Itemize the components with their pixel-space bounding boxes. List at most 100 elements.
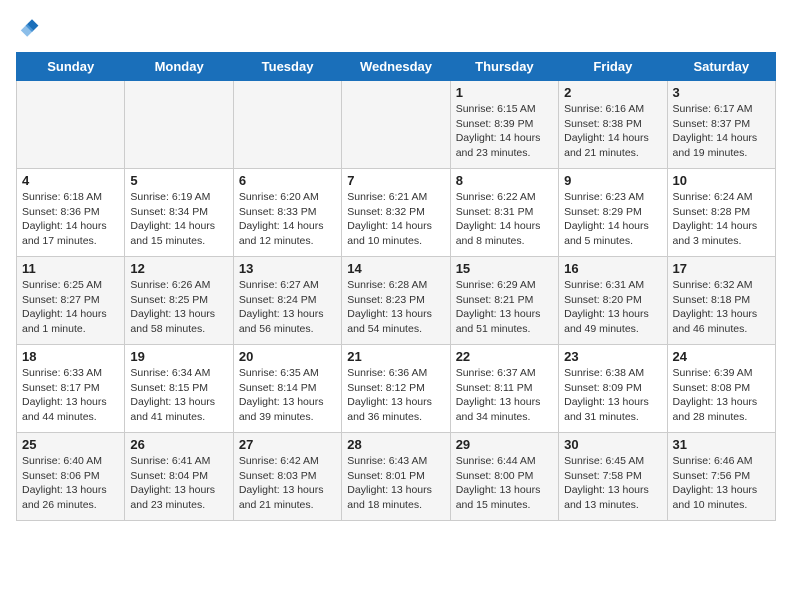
day-number: 19 — [130, 349, 227, 364]
logo — [16, 16, 44, 40]
day-info: Sunrise: 6:16 AM Sunset: 8:38 PM Dayligh… — [564, 102, 661, 161]
calendar-week-4: 18 Sunrise: 6:33 AM Sunset: 8:17 PM Dayli… — [17, 345, 776, 433]
day-number: 11 — [22, 261, 119, 276]
day-info: Sunrise: 6:26 AM Sunset: 8:25 PM Dayligh… — [130, 278, 227, 337]
day-number: 22 — [456, 349, 553, 364]
day-info: Sunrise: 6:34 AM Sunset: 8:15 PM Dayligh… — [130, 366, 227, 425]
day-number: 9 — [564, 173, 661, 188]
weekday-header-wednesday: Wednesday — [342, 53, 450, 81]
weekday-header-sunday: Sunday — [17, 53, 125, 81]
calendar-cell: 24 Sunrise: 6:39 AM Sunset: 8:08 PM Dayli… — [667, 345, 775, 433]
calendar-cell: 4 Sunrise: 6:18 AM Sunset: 8:36 PM Daylig… — [17, 169, 125, 257]
day-number: 29 — [456, 437, 553, 452]
weekday-header-thursday: Thursday — [450, 53, 558, 81]
calendar-cell: 21 Sunrise: 6:36 AM Sunset: 8:12 PM Dayli… — [342, 345, 450, 433]
day-info: Sunrise: 6:40 AM Sunset: 8:06 PM Dayligh… — [22, 454, 119, 513]
day-info: Sunrise: 6:38 AM Sunset: 8:09 PM Dayligh… — [564, 366, 661, 425]
calendar-cell: 29Sunrise: 6:44 AM Sunset: 8:00 PM Dayli… — [450, 433, 558, 521]
page-header — [16, 16, 776, 40]
day-number: 27 — [239, 437, 336, 452]
calendar-cell: 14Sunrise: 6:28 AM Sunset: 8:23 PM Dayli… — [342, 257, 450, 345]
day-number: 20 — [239, 349, 336, 364]
calendar-cell: 22 Sunrise: 6:37 AM Sunset: 8:11 PM Dayli… — [450, 345, 558, 433]
day-info: Sunrise: 6:45 AM Sunset: 7:58 PM Dayligh… — [564, 454, 661, 513]
calendar-cell: 1 Sunrise: 6:15 AM Sunset: 8:39 PM Daylig… — [450, 81, 558, 169]
day-number: 10 — [673, 173, 770, 188]
calendar-cell: 8 Sunrise: 6:22 AM Sunset: 8:31 PM Daylig… — [450, 169, 558, 257]
calendar-cell: 30Sunrise: 6:45 AM Sunset: 7:58 PM Dayli… — [559, 433, 667, 521]
day-info: Sunrise: 6:42 AM Sunset: 8:03 PM Dayligh… — [239, 454, 336, 513]
logo-icon — [16, 16, 40, 40]
day-number: 31 — [673, 437, 770, 452]
day-info: Sunrise: 6:29 AM Sunset: 8:21 PM Dayligh… — [456, 278, 553, 337]
calendar-week-5: 25 Sunrise: 6:40 AM Sunset: 8:06 PM Dayli… — [17, 433, 776, 521]
day-number: 16 — [564, 261, 661, 276]
day-number: 15 — [456, 261, 553, 276]
calendar-cell: 17 Sunrise: 6:32 AM Sunset: 8:18 PM Dayli… — [667, 257, 775, 345]
day-info: Sunrise: 6:24 AM Sunset: 8:28 PM Dayligh… — [673, 190, 770, 249]
calendar-cell: 12 Sunrise: 6:26 AM Sunset: 8:25 PM Dayli… — [125, 257, 233, 345]
day-info: Sunrise: 6:32 AM Sunset: 8:18 PM Dayligh… — [673, 278, 770, 337]
calendar-cell: 10 Sunrise: 6:24 AM Sunset: 8:28 PM Dayli… — [667, 169, 775, 257]
calendar-cell — [17, 81, 125, 169]
day-number: 24 — [673, 349, 770, 364]
day-info: Sunrise: 6:15 AM Sunset: 8:39 PM Dayligh… — [456, 102, 553, 161]
day-info: Sunrise: 6:33 AM Sunset: 8:17 PM Dayligh… — [22, 366, 119, 425]
weekday-header-monday: Monday — [125, 53, 233, 81]
calendar-cell: 11 Sunrise: 6:25 AM Sunset: 8:27 PM Dayli… — [17, 257, 125, 345]
day-info: Sunrise: 6:19 AM Sunset: 8:34 PM Dayligh… — [130, 190, 227, 249]
day-info: Sunrise: 6:18 AM Sunset: 8:36 PM Dayligh… — [22, 190, 119, 249]
calendar-cell: 7Sunrise: 6:21 AM Sunset: 8:32 PM Daylig… — [342, 169, 450, 257]
calendar-cell: 16 Sunrise: 6:31 AM Sunset: 8:20 PM Dayli… — [559, 257, 667, 345]
calendar-cell — [125, 81, 233, 169]
day-number: 3 — [673, 85, 770, 100]
calendar-cell: 3 Sunrise: 6:17 AM Sunset: 8:37 PM Daylig… — [667, 81, 775, 169]
calendar-cell: 20 Sunrise: 6:35 AM Sunset: 8:14 PM Dayli… — [233, 345, 341, 433]
day-number: 8 — [456, 173, 553, 188]
day-info: Sunrise: 6:31 AM Sunset: 8:20 PM Dayligh… — [564, 278, 661, 337]
day-number: 25 — [22, 437, 119, 452]
day-info: Sunrise: 6:36 AM Sunset: 8:12 PM Dayligh… — [347, 366, 444, 425]
day-number: 18 — [22, 349, 119, 364]
weekday-header-saturday: Saturday — [667, 53, 775, 81]
day-number: 4 — [22, 173, 119, 188]
day-number: 1 — [456, 85, 553, 100]
calendar-cell: 28 Sunrise: 6:43 AM Sunset: 8:01 PM Dayli… — [342, 433, 450, 521]
day-number: 26 — [130, 437, 227, 452]
calendar-cell: 31 Sunrise: 6:46 AM Sunset: 7:56 PM Dayli… — [667, 433, 775, 521]
calendar-cell: 19 Sunrise: 6:34 AM Sunset: 8:15 PM Dayli… — [125, 345, 233, 433]
day-number: 2 — [564, 85, 661, 100]
weekday-header-friday: Friday — [559, 53, 667, 81]
calendar-cell: 6 Sunrise: 6:20 AM Sunset: 8:33 PM Daylig… — [233, 169, 341, 257]
calendar-cell — [342, 81, 450, 169]
day-number: 13 — [239, 261, 336, 276]
day-info: Sunrise: 6:46 AM Sunset: 7:56 PM Dayligh… — [673, 454, 770, 513]
day-number: 12 — [130, 261, 227, 276]
day-info: Sunrise: 6:20 AM Sunset: 8:33 PM Dayligh… — [239, 190, 336, 249]
day-info: Sunrise: 6:27 AM Sunset: 8:24 PM Dayligh… — [239, 278, 336, 337]
day-info: Sunrise: 6:43 AM Sunset: 8:01 PM Dayligh… — [347, 454, 444, 513]
day-number: 5 — [130, 173, 227, 188]
day-info: Sunrise: 6:22 AM Sunset: 8:31 PM Dayligh… — [456, 190, 553, 249]
calendar-table: SundayMondayTuesdayWednesdayThursdayFrid… — [16, 52, 776, 521]
day-info: Sunrise: 6:17 AM Sunset: 8:37 PM Dayligh… — [673, 102, 770, 161]
day-number: 17 — [673, 261, 770, 276]
calendar-cell: 18 Sunrise: 6:33 AM Sunset: 8:17 PM Dayli… — [17, 345, 125, 433]
day-number: 7 — [347, 173, 444, 188]
calendar-week-3: 11 Sunrise: 6:25 AM Sunset: 8:27 PM Dayli… — [17, 257, 776, 345]
day-info: Sunrise: 6:39 AM Sunset: 8:08 PM Dayligh… — [673, 366, 770, 425]
calendar-week-1: 1 Sunrise: 6:15 AM Sunset: 8:39 PM Daylig… — [17, 81, 776, 169]
day-info: Sunrise: 6:25 AM Sunset: 8:27 PM Dayligh… — [22, 278, 119, 337]
day-number: 6 — [239, 173, 336, 188]
day-number: 23 — [564, 349, 661, 364]
calendar-cell: 27 Sunrise: 6:42 AM Sunset: 8:03 PM Dayli… — [233, 433, 341, 521]
calendar-cell: 15 Sunrise: 6:29 AM Sunset: 8:21 PM Dayli… — [450, 257, 558, 345]
day-number: 21 — [347, 349, 444, 364]
day-info: Sunrise: 6:35 AM Sunset: 8:14 PM Dayligh… — [239, 366, 336, 425]
day-info: Sunrise: 6:28 AM Sunset: 8:23 PM Dayligh… — [347, 278, 444, 337]
day-info: Sunrise: 6:37 AM Sunset: 8:11 PM Dayligh… — [456, 366, 553, 425]
weekday-header-tuesday: Tuesday — [233, 53, 341, 81]
day-info: Sunrise: 6:23 AM Sunset: 8:29 PM Dayligh… — [564, 190, 661, 249]
day-number: 28 — [347, 437, 444, 452]
weekday-header-row: SundayMondayTuesdayWednesdayThursdayFrid… — [17, 53, 776, 81]
